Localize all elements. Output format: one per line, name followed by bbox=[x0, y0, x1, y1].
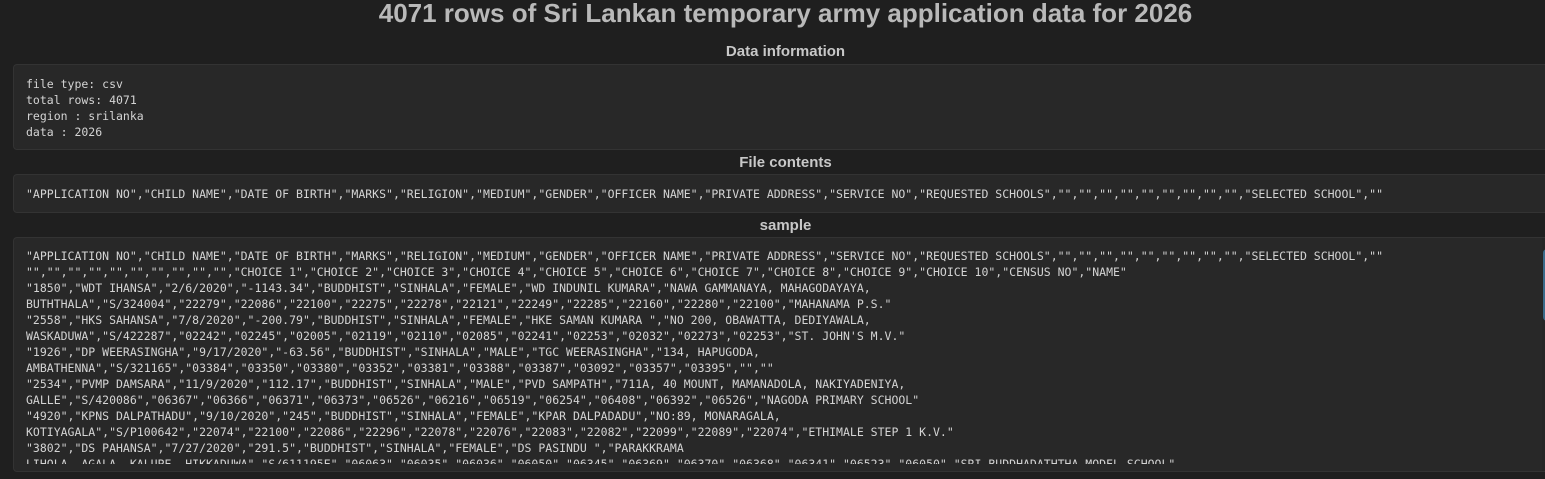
sample-line: AMBATHENNA","S/321165","03384","03350","… bbox=[26, 361, 774, 375]
sample-line: "4920","KPNS DALPATHADU","9/10/2020","24… bbox=[26, 409, 781, 423]
info-line-region: region : srilanka bbox=[26, 109, 144, 123]
sample-box[interactable]: "APPLICATION NO","CHILD NAME","DATE OF B… bbox=[13, 237, 1545, 472]
sample-line: "APPLICATION NO","CHILD NAME","DATE OF B… bbox=[26, 249, 1384, 263]
sample-line: "1850","WDT IHANSA","2/6/2020","-1143.34… bbox=[26, 281, 871, 295]
sample-line: "3802","DS PAHANSA","7/27/2020","291.5",… bbox=[26, 441, 684, 455]
sample-line: GALLE","S/420086","06367","06366","06371… bbox=[26, 393, 920, 407]
info-line-total-rows: total rows: 4071 bbox=[26, 93, 137, 107]
sample-line: "","","","","","","","","","","CHOICE 1"… bbox=[26, 265, 1127, 279]
page: 4071 rows of Sri Lankan temporary army a… bbox=[0, 0, 1545, 479]
sample-line: LIHOLA, AGALA, KALUPE, HIKKADUWA","S/611… bbox=[26, 457, 1176, 464]
page-title: 4071 rows of Sri Lankan temporary army a… bbox=[378, 0, 1193, 28]
file-contents-box: "APPLICATION NO","CHILD NAME","DATE OF B… bbox=[13, 174, 1545, 213]
data-information-box: file type: csv total rows: 4071 region :… bbox=[13, 64, 1545, 150]
data-information-heading: Data information bbox=[725, 43, 846, 60]
file-contents-header-line: "APPLICATION NO","CHILD NAME","DATE OF B… bbox=[26, 187, 1384, 201]
file-contents-heading: File contents bbox=[739, 154, 832, 171]
info-line-file-type: file type: csv bbox=[26, 77, 123, 91]
sample-line: "1926","DP WEERASINGHA","9/17/2020","-63… bbox=[26, 345, 760, 359]
sample-heading: sample bbox=[759, 217, 812, 234]
sample-line: BUTHTHALA","S/324004","22279","22086","2… bbox=[26, 297, 892, 311]
sample-line: KOTIYAGALA","S/P100642","22074","22100",… bbox=[26, 425, 954, 439]
sample-line: "2534","PVMP DAMSARA","11/9/2020","112.1… bbox=[26, 377, 906, 391]
sample-line: WASKADUWA","S/422287","02242","02245","0… bbox=[26, 329, 906, 343]
sample-line: "2558","HKS SAHANSA","7/8/2020","-200.79… bbox=[26, 313, 871, 327]
sample-text-area[interactable]: "APPLICATION NO","CHILD NAME","DATE OF B… bbox=[26, 248, 1545, 464]
info-line-data: data : 2026 bbox=[26, 125, 103, 139]
